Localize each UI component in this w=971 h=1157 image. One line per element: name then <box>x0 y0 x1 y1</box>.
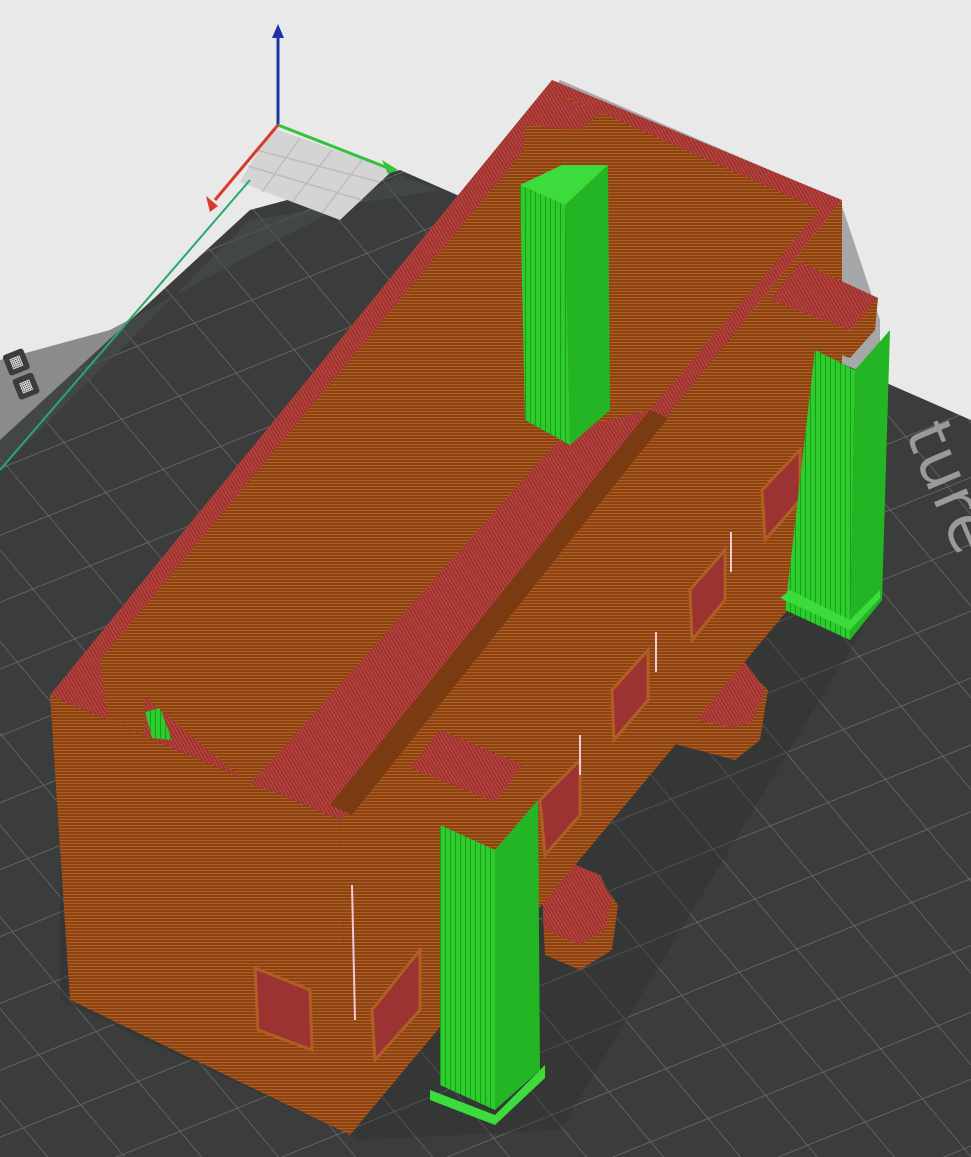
z-axis-arrow-icon <box>272 24 284 38</box>
3d-viewport[interactable]: ture ▦ ▦ <box>0 0 971 1157</box>
support-back-inner[interactable] <box>520 165 610 445</box>
support-front-right[interactable] <box>430 800 545 1125</box>
scene-svg[interactable] <box>0 0 971 1157</box>
